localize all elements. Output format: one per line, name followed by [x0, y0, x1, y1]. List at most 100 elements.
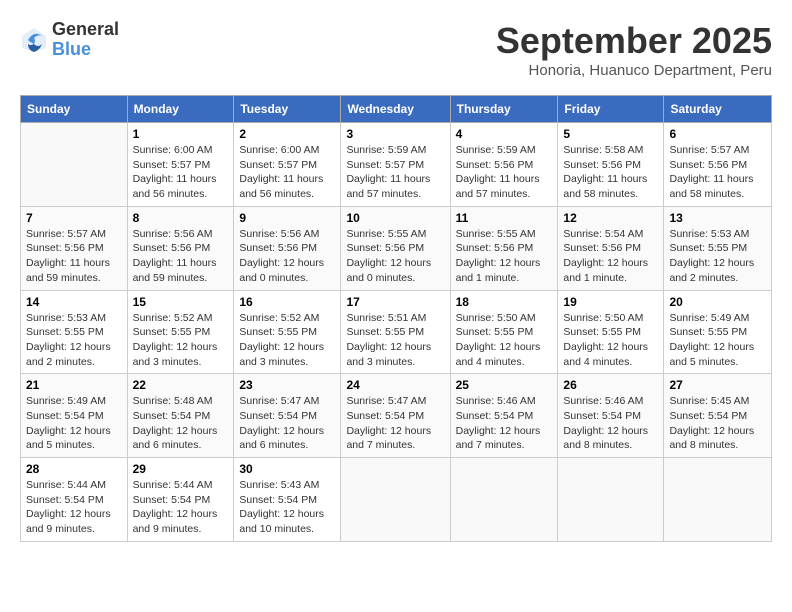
calendar-cell: 12 Sunrise: 5:54 AMSunset: 5:56 PMDayligh… [558, 206, 664, 290]
calendar-cell [341, 458, 450, 542]
day-info: Sunrise: 5:58 AMSunset: 5:56 PMDaylight:… [563, 143, 658, 202]
calendar-cell: 24Sunrise: 5:47 AMSunset: 5:54 PMDayligh… [341, 374, 450, 458]
day-number: 2 [239, 127, 335, 141]
calendar-cell: 2Sunrise: 6:00 AMSunset: 5:57 PMDaylight… [234, 123, 341, 207]
calendar-cell: 29 Sunrise: 5:44 AMSunset: 5:54 PMDayligh… [127, 458, 234, 542]
month-title: September 2025 [496, 20, 772, 62]
day-number: 6 [669, 127, 766, 141]
logo-icon [20, 26, 48, 54]
header-cell-sunday: Sunday [21, 96, 128, 123]
day-number: 27 [669, 378, 766, 392]
logo-general-text: General [52, 20, 119, 40]
calendar-cell: 22 Sunrise: 5:48 AMSunset: 5:54 PMDayligh… [127, 374, 234, 458]
day-info: Sunrise: 5:56 AMSunset: 5:56 PMDaylight:… [133, 227, 229, 286]
day-number: 15 [133, 295, 229, 309]
calendar-cell: 5 Sunrise: 5:58 AMSunset: 5:56 PMDaylight… [558, 123, 664, 207]
day-info: Sunrise: 5:57 AMSunset: 5:56 PMDaylight:… [669, 143, 766, 202]
day-number: 16 [239, 295, 335, 309]
calendar-cell: 6 Sunrise: 5:57 AMSunset: 5:56 PMDaylight… [664, 123, 772, 207]
week-row-4: 21 Sunrise: 5:49 AMSunset: 5:54 PMDayligh… [21, 374, 772, 458]
calendar-cell: 14Sunrise: 5:53 AMSunset: 5:55 PMDayligh… [21, 290, 128, 374]
day-number: 13 [669, 211, 766, 225]
calendar-cell: 20 Sunrise: 5:49 AMSunset: 5:55 PMDayligh… [664, 290, 772, 374]
calendar-cell: 9 Sunrise: 5:56 AMSunset: 5:56 PMDaylight… [234, 206, 341, 290]
header-cell-monday: Monday [127, 96, 234, 123]
calendar-table: SundayMondayTuesdayWednesdayThursdayFrid… [20, 95, 772, 542]
header-cell-saturday: Saturday [664, 96, 772, 123]
calendar-cell: 10 Sunrise: 5:55 AMSunset: 5:56 PMDayligh… [341, 206, 450, 290]
day-number: 18 [456, 295, 553, 309]
calendar-cell: 17Sunrise: 5:51 AMSunset: 5:55 PMDayligh… [341, 290, 450, 374]
day-info: Sunrise: 5:44 AMSunset: 5:54 PMDaylight:… [133, 478, 229, 537]
day-info: Sunrise: 5:53 AMSunset: 5:55 PMDaylight:… [669, 227, 766, 286]
calendar-cell: 8 Sunrise: 5:56 AMSunset: 5:56 PMDaylight… [127, 206, 234, 290]
calendar-cell: 18 Sunrise: 5:50 AMSunset: 5:55 PMDayligh… [450, 290, 558, 374]
day-info: Sunrise: 5:59 AMSunset: 5:57 PMDaylight:… [346, 143, 444, 202]
day-number: 19 [563, 295, 658, 309]
calendar-cell [21, 123, 128, 207]
day-info: Sunrise: 5:47 AMSunset: 5:54 PMDaylight:… [239, 394, 335, 453]
day-info: Sunrise: 6:00 AMSunset: 5:57 PMDaylight:… [133, 143, 229, 202]
calendar-cell [450, 458, 558, 542]
day-info: Sunrise: 5:46 AMSunset: 5:54 PMDaylight:… [563, 394, 658, 453]
day-number: 8 [133, 211, 229, 225]
day-info: Sunrise: 5:50 AMSunset: 5:55 PMDaylight:… [563, 311, 658, 370]
calendar-cell: 23 Sunrise: 5:47 AMSunset: 5:54 PMDayligh… [234, 374, 341, 458]
day-number: 7 [26, 211, 122, 225]
calendar-cell: 16 Sunrise: 5:52 AMSunset: 5:55 PMDayligh… [234, 290, 341, 374]
day-number: 14 [26, 295, 122, 309]
header-cell-friday: Friday [558, 96, 664, 123]
week-row-3: 14Sunrise: 5:53 AMSunset: 5:55 PMDayligh… [21, 290, 772, 374]
day-number: 5 [563, 127, 658, 141]
day-info: Sunrise: 5:55 AMSunset: 5:56 PMDaylight:… [456, 227, 553, 286]
day-number: 20 [669, 295, 766, 309]
day-info: Sunrise: 5:59 AMSunset: 5:56 PMDaylight:… [456, 143, 553, 202]
logo-text: General Blue [52, 20, 119, 60]
calendar-cell: 3 Sunrise: 5:59 AMSunset: 5:57 PMDaylight… [341, 123, 450, 207]
header-cell-wednesday: Wednesday [341, 96, 450, 123]
day-number: 9 [239, 211, 335, 225]
day-info: Sunrise: 5:49 AMSunset: 5:54 PMDaylight:… [26, 394, 122, 453]
day-number: 22 [133, 378, 229, 392]
day-info: Sunrise: 5:44 AMSunset: 5:54 PMDaylight:… [26, 478, 122, 537]
day-info: Sunrise: 5:46 AMSunset: 5:54 PMDaylight:… [456, 394, 553, 453]
logo-blue-text: Blue [52, 40, 119, 60]
logo: General Blue [20, 20, 119, 60]
day-info: Sunrise: 5:54 AMSunset: 5:56 PMDaylight:… [563, 227, 658, 286]
day-number: 26 [563, 378, 658, 392]
calendar-cell: 25Sunrise: 5:46 AMSunset: 5:54 PMDayligh… [450, 374, 558, 458]
day-number: 21 [26, 378, 122, 392]
day-number: 11 [456, 211, 553, 225]
calendar-cell: 15 Sunrise: 5:52 AMSunset: 5:55 PMDayligh… [127, 290, 234, 374]
day-info: Sunrise: 5:45 AMSunset: 5:54 PMDaylight:… [669, 394, 766, 453]
day-number: 10 [346, 211, 444, 225]
day-info: Sunrise: 5:52 AMSunset: 5:55 PMDaylight:… [239, 311, 335, 370]
day-number: 29 [133, 462, 229, 476]
day-number: 30 [239, 462, 335, 476]
title-block: September 2025 Honoria, Huanuco Departme… [496, 20, 772, 79]
day-number: 23 [239, 378, 335, 392]
day-info: Sunrise: 5:50 AMSunset: 5:55 PMDaylight:… [456, 311, 553, 370]
day-number: 4 [456, 127, 553, 141]
calendar-cell [664, 458, 772, 542]
day-info: Sunrise: 5:51 AMSunset: 5:55 PMDaylight:… [346, 311, 444, 370]
calendar-cell: 7 Sunrise: 5:57 AMSunset: 5:56 PMDaylight… [21, 206, 128, 290]
day-number: 3 [346, 127, 444, 141]
day-info: Sunrise: 5:48 AMSunset: 5:54 PMDaylight:… [133, 394, 229, 453]
location-subtitle: Honoria, Huanuco Department, Peru [496, 62, 772, 79]
day-number: 12 [563, 211, 658, 225]
calendar-cell: 26 Sunrise: 5:46 AMSunset: 5:54 PMDayligh… [558, 374, 664, 458]
day-info: Sunrise: 5:49 AMSunset: 5:55 PMDaylight:… [669, 311, 766, 370]
day-info: Sunrise: 5:57 AMSunset: 5:56 PMDaylight:… [26, 227, 122, 286]
day-number: 1 [133, 127, 229, 141]
calendar-cell: 19 Sunrise: 5:50 AMSunset: 5:55 PMDayligh… [558, 290, 664, 374]
header-row: SundayMondayTuesdayWednesdayThursdayFrid… [21, 96, 772, 123]
calendar-cell: 21 Sunrise: 5:49 AMSunset: 5:54 PMDayligh… [21, 374, 128, 458]
calendar-cell: 27 Sunrise: 5:45 AMSunset: 5:54 PMDayligh… [664, 374, 772, 458]
day-info: Sunrise: 5:56 AMSunset: 5:56 PMDaylight:… [239, 227, 335, 286]
day-info: Sunrise: 5:55 AMSunset: 5:56 PMDaylight:… [346, 227, 444, 286]
day-info: Sunrise: 5:52 AMSunset: 5:55 PMDaylight:… [133, 311, 229, 370]
week-row-2: 7 Sunrise: 5:57 AMSunset: 5:56 PMDaylight… [21, 206, 772, 290]
day-number: 24 [346, 378, 444, 392]
calendar-cell: 11 Sunrise: 5:55 AMSunset: 5:56 PMDayligh… [450, 206, 558, 290]
